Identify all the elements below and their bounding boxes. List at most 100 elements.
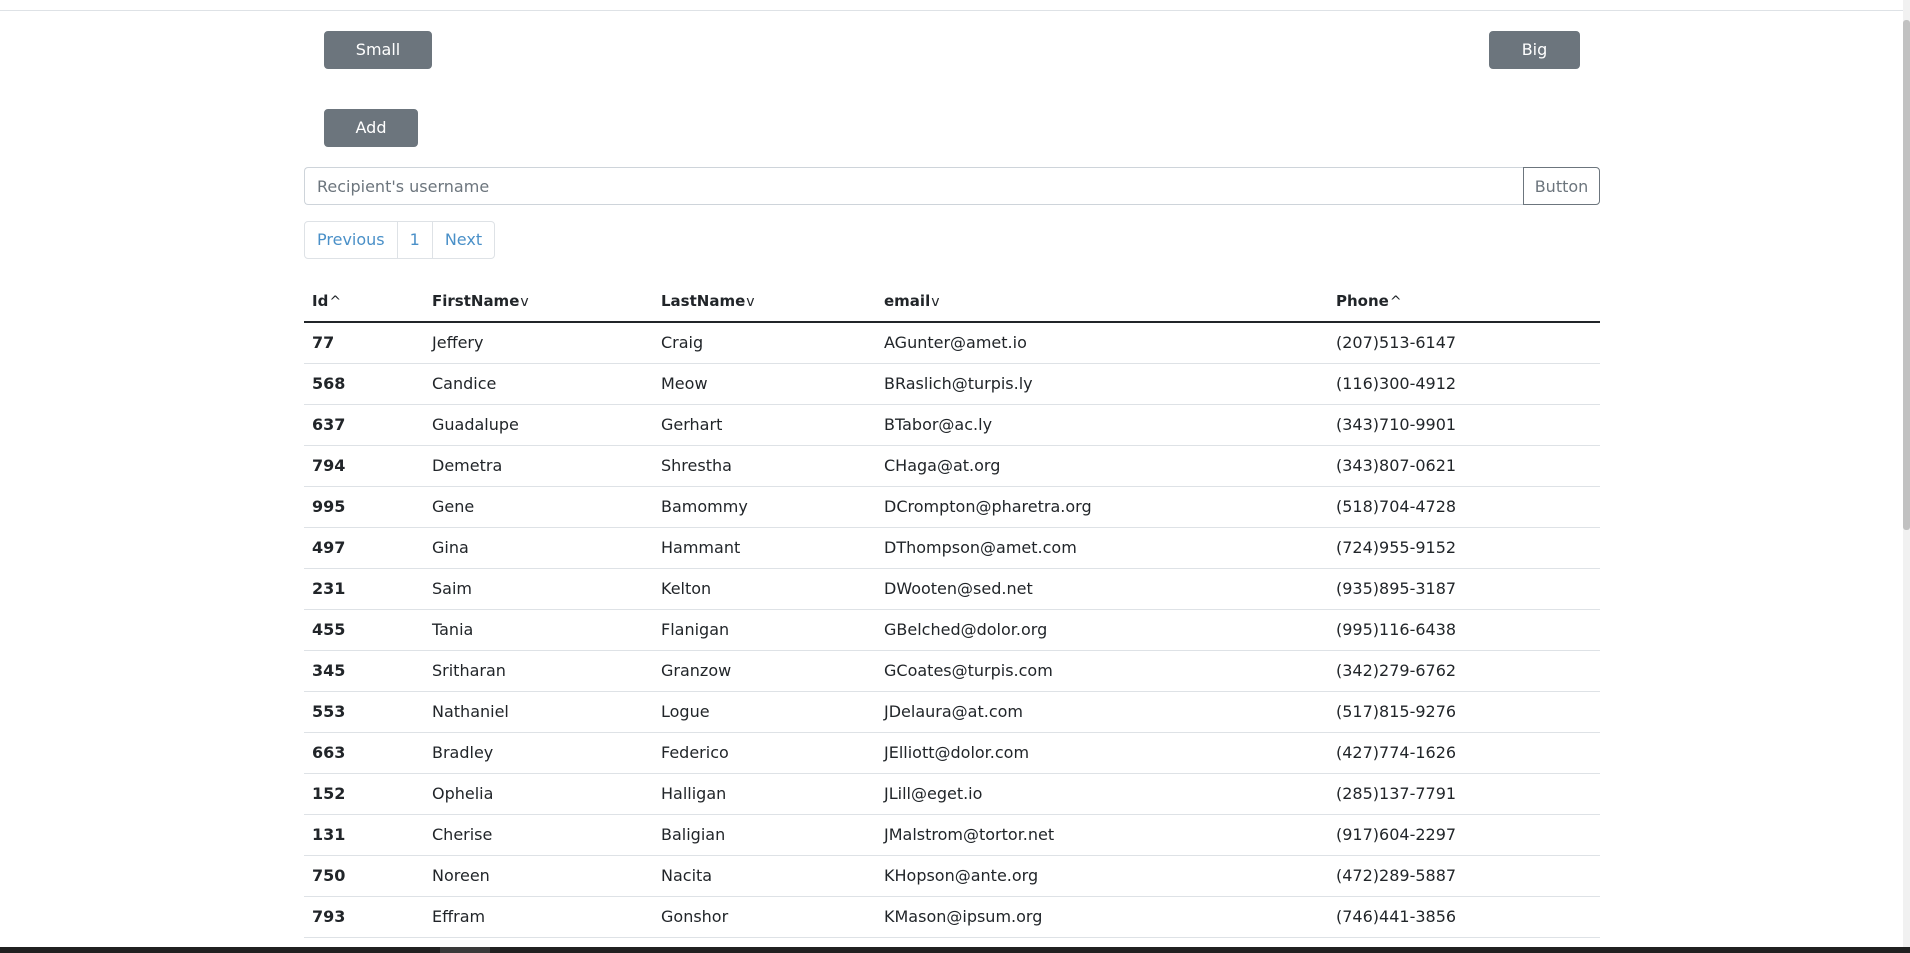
cell-lastname: Flanigan xyxy=(653,609,876,651)
sort-arrow-icon: v xyxy=(520,293,529,310)
table-row[interactable]: 663 Bradley Federico JElliott@dolor.com (427… xyxy=(304,732,1600,774)
cell-lastname: Hammant xyxy=(653,527,876,569)
cell-email: GBelched@dolor.org xyxy=(876,609,1328,651)
table-row[interactable]: 77 Jeffery Craig AGunter@amet.io (207)513-61… xyxy=(304,322,1600,364)
pagination-next[interactable]: Next xyxy=(433,222,494,258)
cell-lastname: Logue xyxy=(653,691,876,733)
cell-email: KMason@ipsum.org xyxy=(876,896,1328,938)
pagination-previous[interactable]: Previous xyxy=(305,222,398,258)
big-data-button[interactable]: Big Data xyxy=(1489,31,1580,95)
cell-id: 794 xyxy=(304,445,424,487)
column-header-firstname[interactable]: FirstNamev xyxy=(424,280,653,323)
vertical-scrollbar[interactable] xyxy=(1903,0,1910,953)
taskbar-item[interactable] xyxy=(440,947,490,953)
cell-phone: (917)604-2297 xyxy=(1328,814,1600,856)
cell-email: AGunter@amet.io xyxy=(876,322,1328,364)
cell-lastname: Craig xyxy=(653,322,876,364)
cell-phone: (724)955-9152 xyxy=(1328,527,1600,569)
cell-firstname: Cherise xyxy=(424,814,653,856)
cell-lastname: Baligian xyxy=(653,814,876,856)
cell-firstname: Nathaniel xyxy=(424,691,653,733)
cell-phone: (342)279-6762 xyxy=(1328,650,1600,692)
cell-id: 750 xyxy=(304,855,424,897)
cell-email: DWooten@sed.net xyxy=(876,568,1328,610)
column-header-email[interactable]: emailv xyxy=(876,280,1328,323)
cell-email: BRaslich@turpis.ly xyxy=(876,363,1328,405)
cell-lastname: Shrestha xyxy=(653,445,876,487)
cell-firstname: Sritharan xyxy=(424,650,653,692)
cell-phone: (116)300-4912 xyxy=(1328,363,1600,405)
cell-phone: (995)116-6438 xyxy=(1328,609,1600,651)
recipient-username-input[interactable] xyxy=(304,167,1523,205)
sort-arrow-icon: v xyxy=(931,293,940,310)
cell-lastname: Nacita xyxy=(653,855,876,897)
cell-firstname: Saim xyxy=(424,568,653,610)
cell-email: JMalstrom@tortor.net xyxy=(876,814,1328,856)
cell-email: JLill@eget.io xyxy=(876,773,1328,815)
add-user-button[interactable]: Add user xyxy=(324,109,418,173)
cell-lastname: Gonshor xyxy=(653,896,876,938)
cell-phone: (427)774-1626 xyxy=(1328,732,1600,774)
column-header-lastname[interactable]: LastNamev xyxy=(653,280,876,323)
cell-id: 345 xyxy=(304,650,424,692)
cell-email: KHopson@ante.org xyxy=(876,855,1328,897)
search-button[interactable]: Button xyxy=(1523,167,1600,205)
cell-email: GCoates@turpis.com xyxy=(876,650,1328,692)
sort-arrow-icon: v xyxy=(746,293,755,310)
table-row[interactable]: 345 Sritharan Granzow GCoates@turpis.com (34… xyxy=(304,650,1600,692)
table-row[interactable]: 231 Saim Kelton DWooten@sed.net (935)895-318… xyxy=(304,568,1600,610)
cell-email: JDelaura@at.com xyxy=(876,691,1328,733)
cell-firstname: Gene xyxy=(424,486,653,528)
cell-email: DCrompton@pharetra.org xyxy=(876,486,1328,528)
cell-firstname: Demetra xyxy=(424,445,653,487)
cell-id: 231 xyxy=(304,568,424,610)
cell-phone: (343)807-0621 xyxy=(1328,445,1600,487)
table-row[interactable]: 497 Gina Hammant DThompson@amet.com (724)955… xyxy=(304,527,1600,569)
column-header-label: FirstName xyxy=(432,291,520,310)
cell-phone: (285)137-7791 xyxy=(1328,773,1600,815)
sort-arrow-icon: ^ xyxy=(329,293,342,310)
column-header-label: Id xyxy=(312,291,329,310)
table-row[interactable]: 455 Tania Flanigan GBelched@dolor.org (995)1… xyxy=(304,609,1600,651)
taskbar xyxy=(0,947,1910,953)
cell-id: 77 xyxy=(304,322,424,364)
pagination: Previous 1 Next xyxy=(304,221,496,259)
cell-firstname: Noreen xyxy=(424,855,653,897)
small-data-button[interactable]: Small Data xyxy=(324,31,432,95)
cell-id: 152 xyxy=(304,773,424,815)
table-row[interactable]: 794 Demetra Shrestha CHaga@at.org (343)807-0… xyxy=(304,445,1600,487)
table-row[interactable]: 793 Effram Gonshor KMason@ipsum.org (746)441… xyxy=(304,896,1600,938)
column-header-label: LastName xyxy=(661,291,746,310)
cell-firstname: Candice xyxy=(424,363,653,405)
table-row[interactable]: 553 Nathaniel Logue JDelaura@at.com (517)815… xyxy=(304,691,1600,733)
column-header-label: Phone xyxy=(1336,291,1389,310)
cell-phone: (746)441-3856 xyxy=(1328,896,1600,938)
search-group: Button xyxy=(304,167,1600,205)
cell-id: 793 xyxy=(304,896,424,938)
table-row[interactable]: 750 Noreen Nacita KHopson@ante.org (472)289-… xyxy=(304,855,1600,897)
table-row[interactable]: 637 Guadalupe Gerhart BTabor@ac.ly (343)710-… xyxy=(304,404,1600,446)
cell-id: 455 xyxy=(304,609,424,651)
pagination-page-1[interactable]: 1 xyxy=(398,222,433,258)
cell-phone: (343)710-9901 xyxy=(1328,404,1600,446)
cell-lastname: Meow xyxy=(653,363,876,405)
cell-lastname: Halligan xyxy=(653,773,876,815)
cell-firstname: Guadalupe xyxy=(424,404,653,446)
cell-lastname: Granzow xyxy=(653,650,876,692)
cell-firstname: Jeffery xyxy=(424,322,653,364)
cell-phone: (935)895-3187 xyxy=(1328,568,1600,610)
table-row[interactable]: 568 Candice Meow BRaslich@turpis.ly (116)300… xyxy=(304,363,1600,405)
cell-email: BTabor@ac.ly xyxy=(876,404,1328,446)
column-header-phone[interactable]: Phone^ xyxy=(1328,280,1600,323)
cell-firstname: Bradley xyxy=(424,732,653,774)
cell-id: 553 xyxy=(304,691,424,733)
scrollbar-thumb[interactable] xyxy=(1903,20,1910,530)
table-row[interactable]: 995 Gene Bamommy DCrompton@pharetra.org (518… xyxy=(304,486,1600,528)
table-row[interactable]: 131 Cherise Baligian JMalstrom@tortor.net (9… xyxy=(304,814,1600,856)
cell-id: 637 xyxy=(304,404,424,446)
table-row[interactable]: 152 Ophelia Halligan JLill@eget.io (285)137-… xyxy=(304,773,1600,815)
top-divider xyxy=(0,10,1910,11)
cell-phone: (207)513-6147 xyxy=(1328,322,1600,364)
column-header-id[interactable]: Id^ xyxy=(304,280,424,323)
cell-firstname: Gina xyxy=(424,527,653,569)
